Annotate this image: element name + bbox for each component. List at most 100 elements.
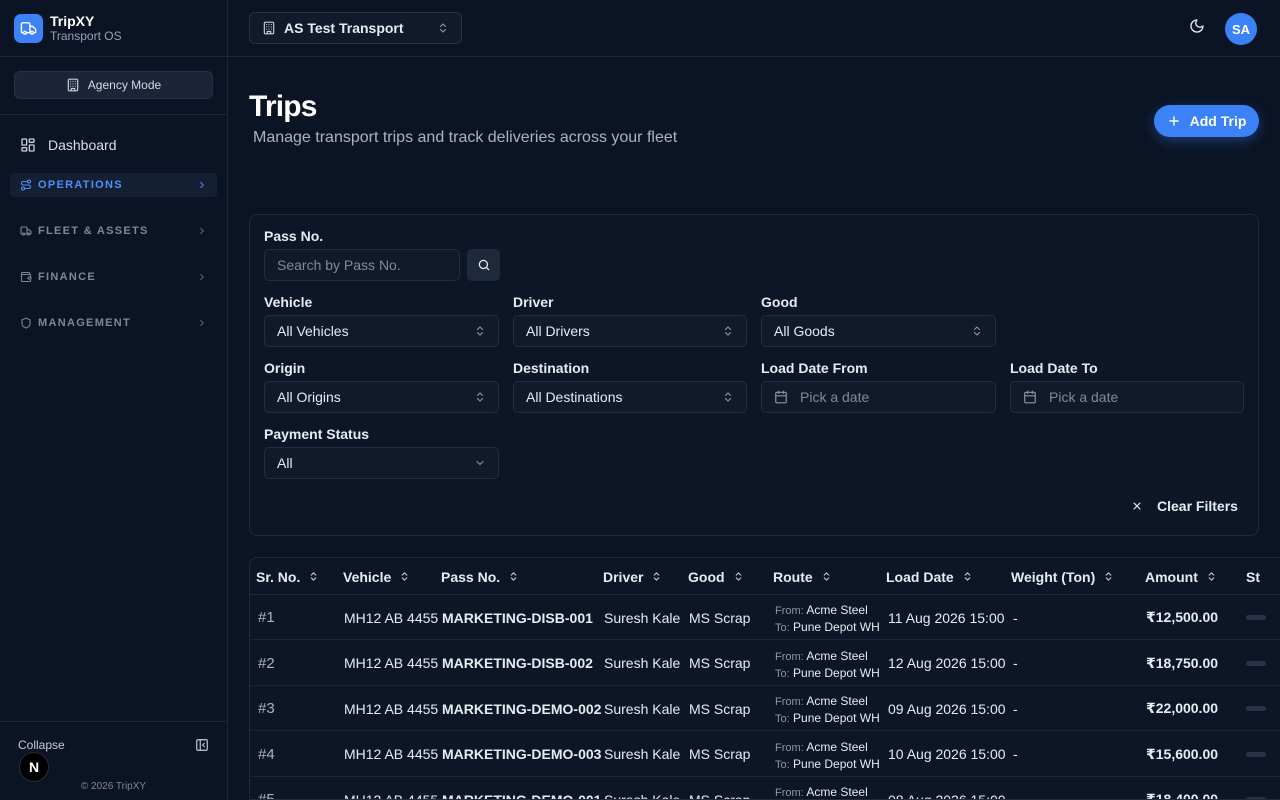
- sort-icon: [1206, 571, 1217, 582]
- truck-icon: [14, 13, 43, 43]
- good-select[interactable]: All Goods: [761, 315, 996, 347]
- clear-filters-label: Clear Filters: [1157, 498, 1238, 514]
- truck-icon: [20, 225, 32, 237]
- brand-subtitle: Transport OS: [50, 29, 122, 43]
- route-from: Acme Steel: [806, 785, 868, 799]
- sort-icon: [399, 571, 410, 582]
- page-subtitle: Manage transport trips and track deliver…: [253, 129, 678, 146]
- pass-no-label: Pass No.: [264, 228, 324, 244]
- chevrons-up-down-icon: [722, 325, 734, 337]
- filters-panel: Pass No. Search by Pass No. Vehicle All …: [249, 214, 1259, 536]
- column-header-label: Vehicle: [343, 568, 392, 585]
- column-header-driver[interactable]: Driver: [603, 558, 662, 595]
- cell-pass-no[interactable]: MARKETING-DEMO-001: [442, 777, 601, 800]
- route-to-key: To:: [775, 667, 790, 680]
- load-date-from-picker[interactable]: Pick a date: [761, 381, 996, 413]
- route-to: Pune Depot WH: [793, 665, 880, 680]
- sidebar-section-finance[interactable]: FINANCE: [10, 265, 217, 289]
- table-row[interactable]: #2 MH12 AB 4455 MARKETING-DISB-002 Suresh K…: [250, 641, 1280, 686]
- n-badge-icon[interactable]: N: [19, 752, 49, 782]
- user-avatar[interactable]: SA: [1225, 13, 1257, 45]
- column-header-sr-no[interactable]: Sr. No.: [256, 558, 319, 595]
- brand[interactable]: TripXY Transport OS: [0, 0, 227, 57]
- chevrons-up-down-icon: [971, 325, 983, 337]
- collapse-button[interactable]: Collapse: [18, 738, 209, 752]
- pass-no-search-button[interactable]: [467, 249, 500, 281]
- agency-mode-label: Agency Mode: [87, 78, 162, 92]
- column-header-amount[interactable]: Amount: [1145, 558, 1217, 595]
- payment-status-value: All: [277, 455, 293, 471]
- building-icon: [262, 21, 276, 35]
- sort-icon: [1103, 571, 1114, 582]
- driver-select[interactable]: All Drivers: [513, 315, 747, 347]
- add-trip-button[interactable]: Add Trip: [1154, 105, 1259, 137]
- column-header-label: Route: [773, 568, 813, 585]
- shield-icon: [20, 317, 32, 329]
- agency-select-value: AS Test Transport: [284, 20, 404, 36]
- cell-pass-no[interactable]: MARKETING-DEMO-002: [442, 686, 601, 731]
- cell-sr-no: #2: [258, 654, 275, 672]
- table-row[interactable]: #3 MH12 AB 4455 MARKETING-DEMO-002 Suresh K…: [250, 686, 1280, 731]
- column-header-good[interactable]: Good: [688, 558, 744, 595]
- chevron-right-icon: [197, 226, 207, 236]
- column-header-vehicle[interactable]: Vehicle: [343, 558, 410, 595]
- payment-status-label: Payment Status: [264, 426, 370, 442]
- theme-toggle-button[interactable]: [1189, 18, 1205, 34]
- cell-good: MS Scrap: [689, 791, 751, 800]
- column-header-load-date[interactable]: Load Date: [886, 558, 973, 595]
- agency-select[interactable]: AS Test Transport: [249, 12, 462, 44]
- column-header-label: St: [1246, 568, 1260, 585]
- sidebar-section-operations[interactable]: OPERATIONS: [10, 173, 217, 197]
- cell-route: From: Acme Steel To: Pune Depot WH: [775, 693, 880, 727]
- column-header-weight[interactable]: Weight (Ton): [1011, 558, 1114, 595]
- sidebar-item-dashboard[interactable]: Dashboard: [10, 128, 217, 162]
- route-to: Pune Depot WH: [793, 756, 880, 771]
- cell-driver: Suresh Kale: [604, 655, 681, 671]
- cell-pass-no[interactable]: MARKETING-DEMO-003: [442, 732, 601, 777]
- table-row[interactable]: #4 MH12 AB 4455 MARKETING-DEMO-003 Suresh K…: [250, 732, 1280, 777]
- destination-select[interactable]: All Destinations: [513, 381, 747, 413]
- column-header-label: Driver: [603, 568, 644, 585]
- cell-amount: ₹12,500.00: [1146, 609, 1219, 625]
- column-header-route[interactable]: Route: [773, 558, 832, 595]
- route-from-key: From:: [775, 741, 804, 754]
- building-icon: [66, 78, 80, 92]
- chevrons-up-down-icon: [437, 22, 449, 34]
- sort-icon: [821, 571, 832, 582]
- cell-load-date: 10 Aug 2026 15:00: [888, 746, 1006, 762]
- pass-no-search-input[interactable]: Search by Pass No.: [264, 249, 460, 281]
- table-row[interactable]: #1 MH12 AB 4455 MARKETING-DISB-001 Suresh K…: [250, 595, 1280, 640]
- cell-pass-no[interactable]: MARKETING-DISB-002: [442, 641, 593, 686]
- cell-good: MS Scrap: [689, 655, 751, 671]
- load-date-to-label: Load Date To: [1010, 360, 1098, 376]
- clear-filters-button[interactable]: Clear Filters: [1131, 498, 1238, 514]
- driver-select-value: All Drivers: [526, 323, 590, 339]
- destination-label: Destination: [513, 360, 590, 376]
- sidebar-item-label: Dashboard: [48, 137, 117, 153]
- origin-select[interactable]: All Origins: [264, 381, 499, 413]
- payment-status-select[interactable]: All: [264, 447, 499, 479]
- wallet-icon: [20, 271, 32, 283]
- route-from-key: From:: [775, 605, 804, 617]
- route-icon: [20, 179, 32, 191]
- cell-driver: Suresh Kale: [604, 746, 681, 762]
- cell-pass-no[interactable]: MARKETING-DISB-001: [442, 595, 593, 640]
- column-header-status[interactable]: St: [1246, 558, 1260, 595]
- origin-label: Origin: [264, 360, 306, 376]
- route-from: Acme Steel: [806, 694, 868, 708]
- trips-table: Sr. No. Vehicle Pass No. Driver Good Route Loa…: [249, 557, 1280, 800]
- route-to: Pune Depot WH: [793, 711, 880, 725]
- sidebar-section-label: FLEET & ASSETS: [38, 225, 149, 237]
- sidebar-section-management[interactable]: MANAGEMENT: [10, 311, 217, 335]
- load-date-to-picker[interactable]: Pick a date: [1010, 381, 1244, 413]
- vehicle-select[interactable]: All Vehicles: [264, 315, 499, 347]
- cell-vehicle: MH12 AB 4455: [344, 791, 439, 800]
- agency-mode-button[interactable]: Agency Mode: [14, 71, 213, 99]
- panel-left-close-icon: [195, 738, 209, 752]
- sidebar-section-fleet-assets[interactable]: FLEET & ASSETS: [10, 219, 217, 243]
- table-row[interactable]: #5 MH12 AB 4455 MARKETING-DEMO-001 Suresh K…: [250, 777, 1280, 800]
- calendar-icon: [1023, 390, 1037, 404]
- chevron-right-icon: [197, 318, 207, 328]
- column-header-pass-no[interactable]: Pass No.: [441, 558, 519, 595]
- route-to-key: To:: [775, 758, 790, 771]
